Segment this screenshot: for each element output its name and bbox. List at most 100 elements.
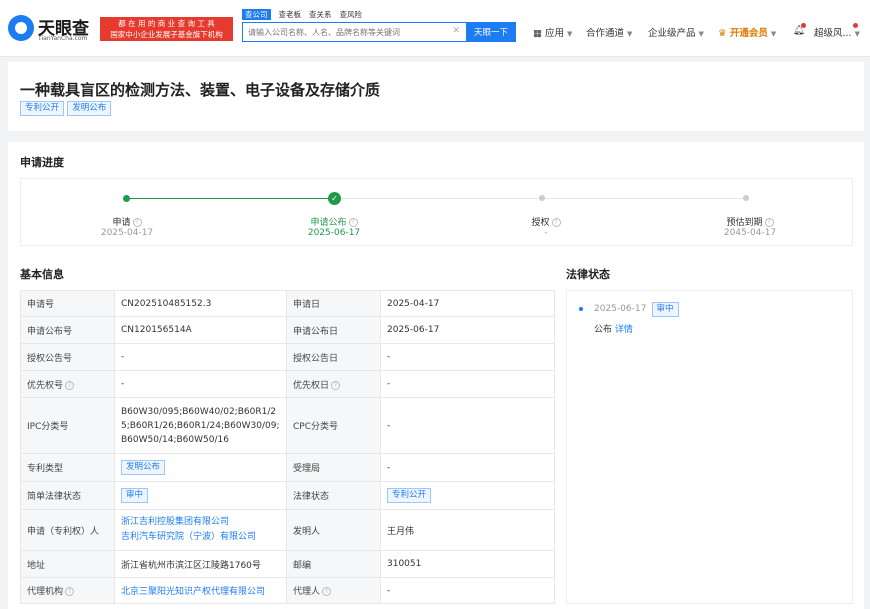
nav-app-label: 应用 bbox=[545, 28, 565, 39]
help-icon[interactable]: ? bbox=[65, 380, 75, 390]
chevron-down-icon: ▼ bbox=[854, 30, 860, 38]
patent-tags: 专利公开 发明公布 bbox=[20, 101, 112, 116]
logo-mark-icon bbox=[8, 15, 34, 41]
legal-badge: 审中 bbox=[651, 302, 679, 317]
field-label: 地址 bbox=[20, 550, 115, 578]
search-tabs: 查公司 查老板 查关系 查风险 bbox=[242, 9, 370, 21]
banner-line1: 都 在 用 的 商 业 查 询 工 具 bbox=[118, 19, 215, 28]
detail-link[interactable]: 详情 bbox=[615, 325, 633, 335]
field-value: - bbox=[380, 370, 555, 398]
applicant-cell: 浙江吉利控股集团有限公司 吉利汽车研究院（宁波）有限公司 bbox=[114, 509, 287, 551]
nav-vip[interactable]: ♛ 开通会员 ▼ bbox=[718, 25, 776, 39]
nav-vip-label: 开通会员 bbox=[729, 28, 768, 39]
step-date: 2025-04-17 bbox=[100, 228, 154, 238]
help-icon[interactable]: ? bbox=[551, 218, 561, 227]
field-label: 优先权号 bbox=[27, 380, 64, 391]
field-value: 王月伟 bbox=[380, 509, 555, 551]
type-badge: 发明公布 bbox=[67, 101, 112, 116]
field-label: 授权公告号 bbox=[20, 343, 115, 371]
nav-user-label: 超级风... bbox=[814, 28, 852, 39]
table-row: 专利类型 发明公布 受理局 - bbox=[20, 453, 555, 482]
ipc-value: B60W30/095;B60W40/02;B60R1/25;B60R1/26;B… bbox=[114, 397, 287, 454]
table-row: 申请（专利权）人 浙江吉利控股集团有限公司 吉利汽车研究院（宁波）有限公司 发明… bbox=[20, 509, 555, 551]
field-label: CPC分类号 bbox=[286, 397, 381, 454]
top-header: 天眼查 TianYanCha.com 都 在 用 的 商 业 查 询 工 具 国… bbox=[0, 0, 870, 57]
field-value-cell: 发明公布 bbox=[114, 453, 287, 482]
field-label: 代理人 bbox=[293, 587, 321, 597]
promo-banner[interactable]: 都 在 用 的 商 业 查 询 工 具 国家中小企业发展子基金旗下机构 bbox=[100, 17, 233, 41]
help-icon[interactable]: ? bbox=[322, 587, 332, 596]
field-label: 优先权日 bbox=[293, 380, 330, 391]
help-icon[interactable]: ? bbox=[331, 380, 341, 390]
tab-relation[interactable]: 查关系 bbox=[309, 9, 332, 20]
field-value: - bbox=[380, 397, 555, 454]
field-label: 申请（专利权）人 bbox=[20, 509, 115, 551]
field-label-cell: 代理机构? bbox=[20, 577, 115, 604]
help-icon[interactable]: ? bbox=[65, 587, 75, 596]
step-label: 申请 bbox=[112, 218, 131, 228]
patent-type-badge: 发明公布 bbox=[121, 460, 166, 475]
field-label: IPC分类号 bbox=[20, 397, 115, 454]
field-value: 2025-04-17 bbox=[380, 290, 555, 317]
field-label: 申请日 bbox=[286, 290, 381, 317]
nav-enterprise-label: 企业级产品 bbox=[648, 28, 696, 39]
field-label: 申请公布号 bbox=[20, 316, 115, 344]
field-label: 发明人 bbox=[286, 509, 381, 551]
tab-risk[interactable]: 查风险 bbox=[340, 9, 363, 20]
nav-channel[interactable]: 合作通道 ▼ bbox=[586, 25, 632, 39]
progress-line-done bbox=[126, 198, 336, 199]
timeline-dot bbox=[579, 307, 583, 311]
step-dot-done bbox=[123, 195, 130, 202]
search-input[interactable] bbox=[243, 23, 443, 41]
field-label: 授权公告日 bbox=[286, 343, 381, 371]
step-publish: 申请公布? 2025-06-17 bbox=[264, 211, 404, 238]
field-label-cell: 优先权号? bbox=[20, 370, 115, 398]
status-badge: 专利公开 bbox=[20, 101, 65, 116]
crown-icon: ♛ bbox=[718, 28, 727, 39]
legal-status-badge: 专利公开 bbox=[387, 488, 432, 503]
step-date: 2045-04-17 bbox=[723, 228, 777, 238]
tianyancha-logo[interactable]: 天眼查 TianYanCha.com bbox=[8, 14, 98, 44]
nav-enterprise[interactable]: 企业级产品 ▼ bbox=[648, 25, 704, 39]
field-value: CN120156514A bbox=[114, 316, 287, 344]
step-date: 2025-06-17 bbox=[307, 228, 361, 238]
table-row: IPC分类号 B60W30/095;B60W40/02;B60R1/25;B60… bbox=[20, 397, 555, 454]
chevron-down-icon: ▼ bbox=[770, 30, 777, 38]
progress-title: 申请进度 bbox=[20, 156, 64, 169]
help-icon[interactable]: ? bbox=[132, 218, 142, 227]
field-value: - bbox=[114, 343, 287, 371]
progress-timeline: ✓ 申请? 2025-04-17 申请公布? 2025-06-17 授权? - … bbox=[20, 178, 853, 246]
field-label-cell: 优先权日? bbox=[286, 370, 381, 398]
help-icon[interactable]: ? bbox=[764, 218, 774, 227]
field-value: - bbox=[114, 370, 287, 398]
agency-link[interactable]: 北京三聚阳光知识产权代理有限公司 bbox=[121, 587, 265, 597]
tab-company[interactable]: 查公司 bbox=[242, 9, 271, 20]
table-row: 授权公告号 - 授权公告日 - bbox=[20, 343, 555, 371]
step-label: 预估到期 bbox=[726, 218, 763, 228]
applicant-link[interactable]: 浙江吉利控股集团有限公司 bbox=[121, 515, 280, 530]
patent-title: 一种载具盲区的检测方法、装置、电子设备及存储介质 bbox=[20, 81, 381, 99]
clear-icon[interactable]: ✕ bbox=[452, 26, 460, 36]
field-value: 310051 bbox=[380, 550, 555, 578]
search-button[interactable]: 天眼一下 bbox=[466, 22, 516, 42]
table-row: 简单法律状态 审中 法律状态 专利公开 bbox=[20, 481, 555, 510]
nav-app[interactable]: ▦ 应用 ▼ bbox=[533, 25, 572, 39]
step-expire: 预估到期? 2045-04-17 bbox=[680, 211, 820, 238]
applicant-link[interactable]: 吉利汽车研究院（宁波）有限公司 bbox=[121, 530, 280, 545]
basic-info-title: 基本信息 bbox=[20, 268, 64, 281]
banner-line2: 国家中小企业发展子基金旗下机构 bbox=[110, 30, 223, 39]
field-value: - bbox=[380, 343, 555, 371]
field-label: 代理机构 bbox=[27, 587, 64, 597]
chevron-down-icon: ▼ bbox=[698, 30, 704, 38]
field-label: 邮编 bbox=[286, 550, 381, 578]
field-value: - bbox=[380, 453, 555, 482]
app-grid-icon: ▦ bbox=[533, 28, 542, 39]
help-icon[interactable]: ? bbox=[348, 218, 358, 227]
tab-boss[interactable]: 查老板 bbox=[279, 9, 302, 20]
field-label: 受理局 bbox=[286, 453, 381, 482]
chevron-down-icon: ▼ bbox=[567, 30, 573, 38]
table-row: 代理机构? 北京三聚阳光知识产权代理有限公司 代理人? - bbox=[20, 577, 555, 604]
step-grant: 授权? - bbox=[476, 211, 616, 238]
field-value: - bbox=[380, 577, 555, 604]
step-apply: 申请? 2025-04-17 bbox=[57, 211, 197, 238]
